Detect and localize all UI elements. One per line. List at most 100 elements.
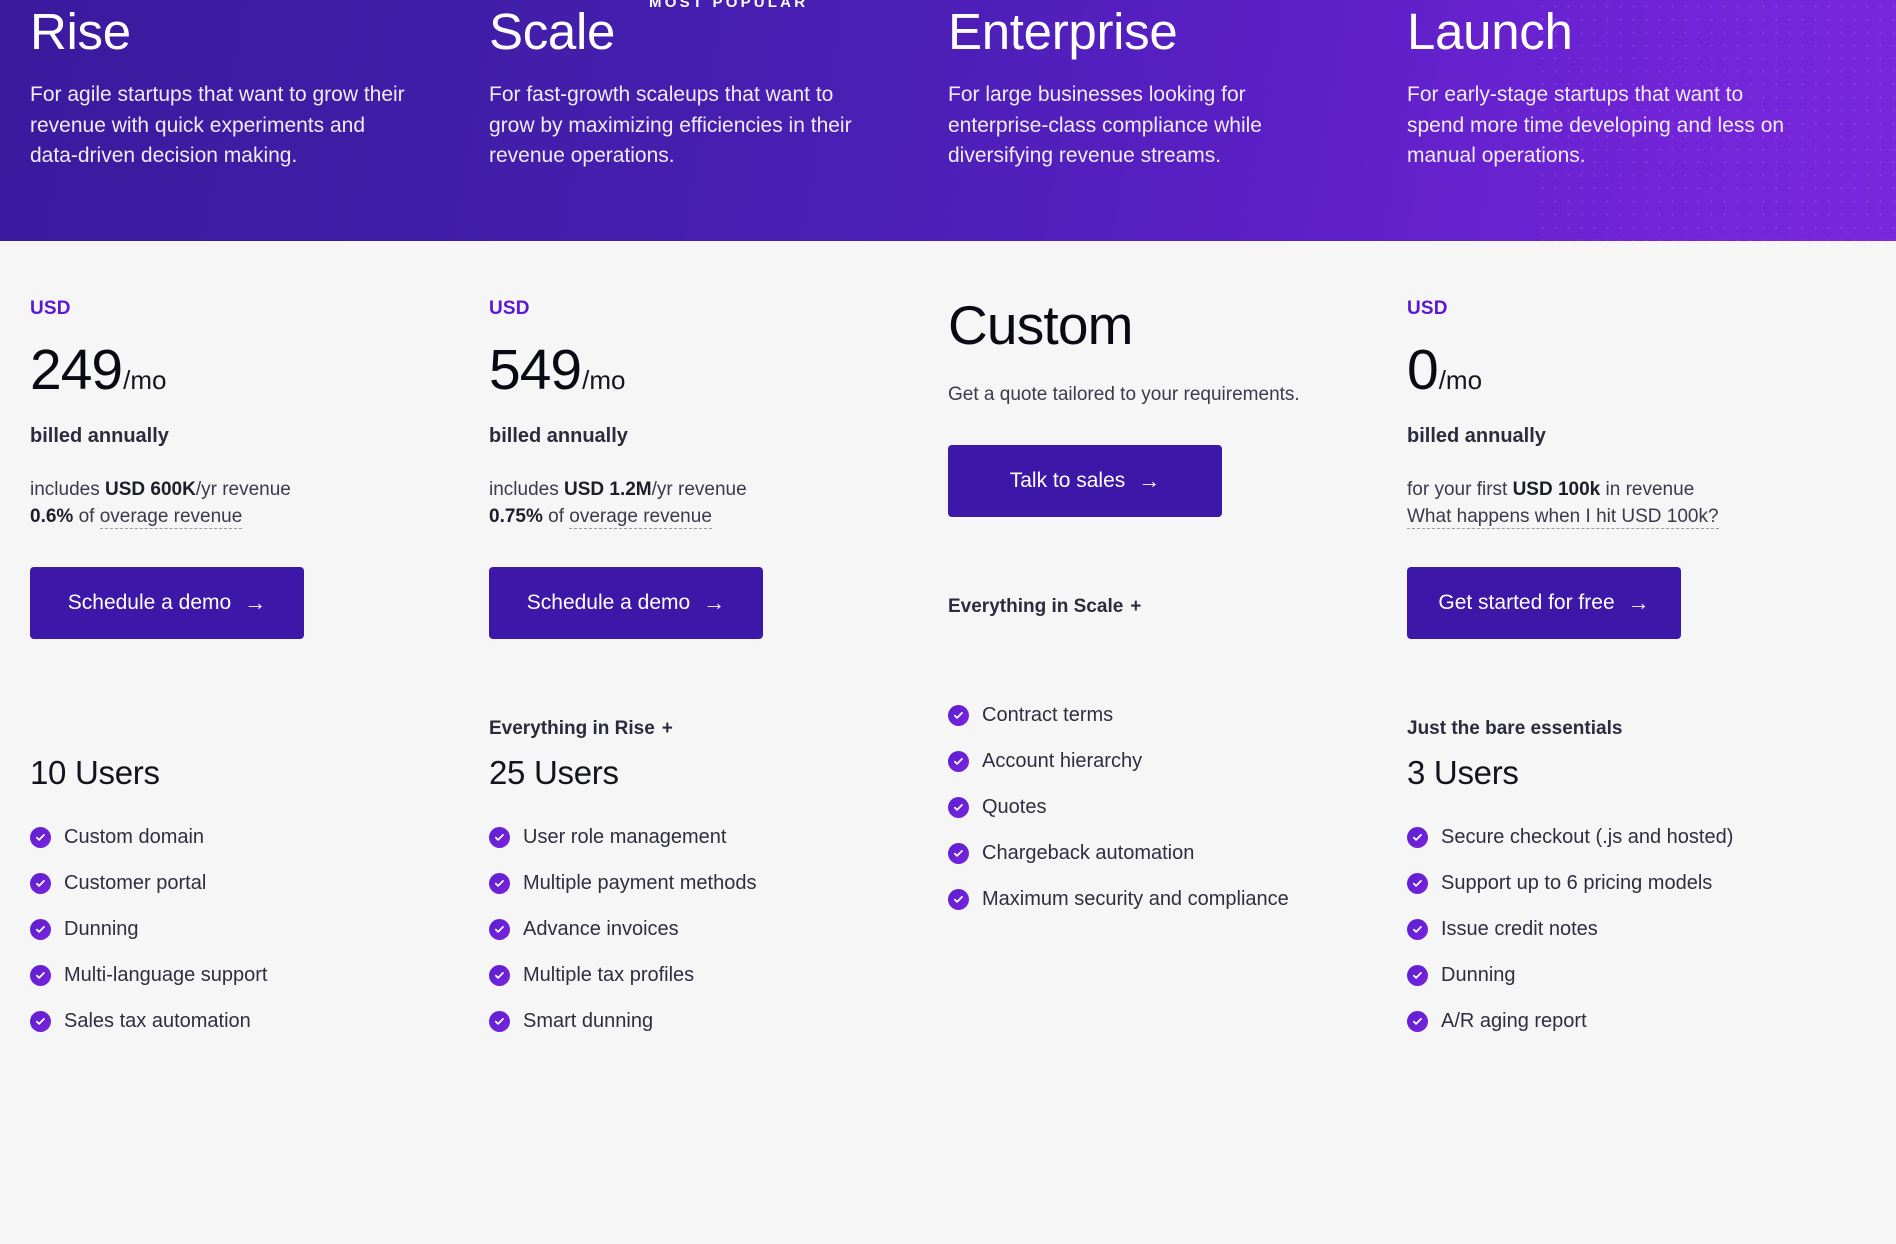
list-item: Maximum security and compliance bbox=[948, 888, 1327, 911]
quote-note-enterprise: Get a quote tailored to your requirement… bbox=[948, 384, 1300, 405]
check-circle-icon bbox=[948, 796, 969, 818]
price-period-launch: /mo bbox=[1438, 365, 1483, 395]
pricing-column-launch: USD 0 /mo billed annually for your first… bbox=[1407, 241, 1866, 1056]
plan-description-scale: For fast-growth scaleups that want to gr… bbox=[489, 83, 852, 168]
check-circle-icon bbox=[948, 842, 969, 864]
list-item: Custom domain bbox=[30, 826, 409, 849]
banner-column-scale: MOST POPULAR Scale For fast-growth scale… bbox=[489, 0, 948, 241]
list-item: Multiple tax profiles bbox=[489, 964, 868, 987]
list-item: Dunning bbox=[1407, 964, 1786, 987]
users-count-enterprise bbox=[948, 632, 1327, 676]
price-period-scale: /mo bbox=[582, 365, 626, 395]
users-count-launch: 3 Users bbox=[1407, 753, 1519, 791]
feature-list-scale: User role management Multiple payment me… bbox=[489, 826, 868, 1033]
arrow-right-icon: → bbox=[244, 589, 267, 615]
billing-note-scale: billed annually bbox=[489, 425, 628, 447]
check-circle-icon bbox=[1407, 826, 1428, 848]
feature-label: Advance invoices bbox=[523, 917, 679, 940]
feature-label: Issue credit notes bbox=[1441, 917, 1598, 940]
features-head-scale: Everything in Rise + bbox=[489, 718, 868, 742]
includes-suffix-rise: /yr revenue bbox=[195, 479, 291, 500]
talk-to-sales-button[interactable]: Talk to sales → bbox=[948, 444, 1222, 517]
schedule-demo-button-rise[interactable]: Schedule a demo → bbox=[30, 566, 304, 639]
cta-label-enterprise: Talk to sales bbox=[1009, 468, 1126, 492]
list-item: Support up to 6 pricing models bbox=[1407, 872, 1786, 895]
includes-suffix-scale: /yr revenue bbox=[651, 479, 747, 500]
overage-percent-scale: 0.75% bbox=[489, 505, 543, 527]
list-item: Multi-language support bbox=[30, 964, 409, 987]
includes-prefix-scale: includes bbox=[489, 479, 564, 500]
pricing-page: Rise For agile startups that want to gro… bbox=[0, 0, 1896, 1244]
includes-prefix-launch: for your first bbox=[1407, 479, 1513, 500]
includes-note-scale: includes USD 1.2M/yr revenue 0.75% of ov… bbox=[489, 477, 868, 531]
plan-description-rise: For agile startups that want to grow the… bbox=[30, 83, 405, 168]
get-started-free-button[interactable]: Get started for free → bbox=[1407, 566, 1681, 639]
features-head-label-enterprise: Everything in Scale bbox=[948, 595, 1124, 617]
includes-suffix-launch: in revenue bbox=[1600, 479, 1695, 500]
list-item: Dunning bbox=[30, 918, 409, 941]
check-circle-icon bbox=[30, 964, 51, 986]
price-period-rise: /mo bbox=[123, 365, 167, 395]
arrow-right-icon: → bbox=[703, 589, 726, 615]
price-launch: 0 /mo bbox=[1407, 342, 1786, 399]
feature-list-launch: Secure checkout (.js and hosted) Support… bbox=[1407, 826, 1786, 1033]
plan-description-launch: For early-stage startups that want to sp… bbox=[1407, 83, 1785, 168]
pricing-column-rise: USD 249 /mo billed annually includes USD… bbox=[30, 241, 489, 1056]
list-item: Customer portal bbox=[30, 872, 409, 895]
includes-prefix-rise: includes bbox=[30, 479, 105, 500]
feature-label: Quotes bbox=[982, 795, 1047, 818]
check-circle-icon bbox=[489, 826, 510, 848]
currency-label-launch: USD bbox=[1407, 298, 1448, 319]
list-item: Contract terms bbox=[948, 704, 1327, 727]
plan-title-scale: Scale bbox=[489, 3, 616, 60]
list-item: Issue credit notes bbox=[1407, 918, 1786, 941]
price-amount-rise: 249 bbox=[30, 338, 123, 402]
pricing-column-scale: USD 549 /mo billed annually includes USD… bbox=[489, 241, 948, 1056]
list-item: Account hierarchy bbox=[948, 750, 1327, 773]
price-rise: 249 /mo bbox=[30, 342, 409, 399]
users-count-scale: 25 Users bbox=[489, 753, 619, 791]
overage-revenue-tooltip-link-scale[interactable]: overage revenue bbox=[569, 505, 712, 529]
plan-title-rise: Rise bbox=[30, 3, 131, 60]
billing-note-rise: billed annually bbox=[30, 425, 169, 447]
check-circle-icon bbox=[1407, 872, 1428, 894]
feature-label: Dunning bbox=[1441, 963, 1516, 986]
feature-label: Dunning bbox=[64, 917, 139, 940]
check-circle-icon bbox=[30, 872, 51, 894]
feature-label: Secure checkout (.js and hosted) bbox=[1441, 825, 1734, 848]
overage-mid-scale: of bbox=[542, 505, 570, 527]
check-circle-icon bbox=[1407, 1010, 1428, 1032]
check-circle-icon bbox=[948, 888, 969, 910]
check-circle-icon bbox=[489, 918, 510, 940]
schedule-demo-button-scale[interactable]: Schedule a demo → bbox=[489, 566, 763, 639]
plus-sign-icon: + bbox=[1130, 595, 1142, 617]
features-head-label-launch: Just the bare essentials bbox=[1407, 717, 1623, 739]
check-circle-icon bbox=[489, 872, 510, 894]
features-head-label-scale: Everything in Rise bbox=[489, 717, 655, 739]
feature-label: Multi-language support bbox=[64, 963, 268, 986]
overage-mid-rise: of bbox=[73, 505, 100, 527]
overage-percent-rise: 0.6% bbox=[30, 505, 74, 527]
feature-label: Customer portal bbox=[64, 871, 207, 894]
feature-label: A/R aging report bbox=[1441, 1009, 1587, 1032]
list-item: Advance invoices bbox=[489, 918, 868, 941]
list-item: Quotes bbox=[948, 796, 1327, 819]
users-count-rise: 10 Users bbox=[30, 753, 160, 791]
price-custom-enterprise: Custom bbox=[948, 294, 1134, 356]
what-happens-tooltip-link-launch[interactable]: What happens when I hit USD 100k? bbox=[1407, 505, 1719, 529]
overage-revenue-tooltip-link-rise[interactable]: overage revenue bbox=[99, 505, 243, 529]
arrow-right-icon: → bbox=[1138, 467, 1161, 493]
list-item: A/R aging report bbox=[1407, 1010, 1786, 1033]
list-item: Multiple payment methods bbox=[489, 872, 868, 895]
banner-column-launch: Launch For early-stage startups that wan… bbox=[1407, 0, 1866, 241]
cta-label-launch: Get started for free bbox=[1438, 590, 1615, 614]
price-amount-launch: 0 bbox=[1407, 338, 1439, 402]
feature-label: Chargeback automation bbox=[982, 841, 1195, 864]
price-scale: 549 /mo bbox=[489, 342, 868, 399]
list-item: Smart dunning bbox=[489, 1010, 868, 1033]
features-head-launch: Just the bare essentials bbox=[1407, 718, 1786, 742]
feature-label: Custom domain bbox=[64, 825, 205, 848]
check-circle-icon bbox=[948, 704, 969, 726]
plus-sign-icon: + bbox=[661, 717, 673, 739]
includes-note-launch: for your first USD 100k in revenue What … bbox=[1407, 477, 1786, 531]
